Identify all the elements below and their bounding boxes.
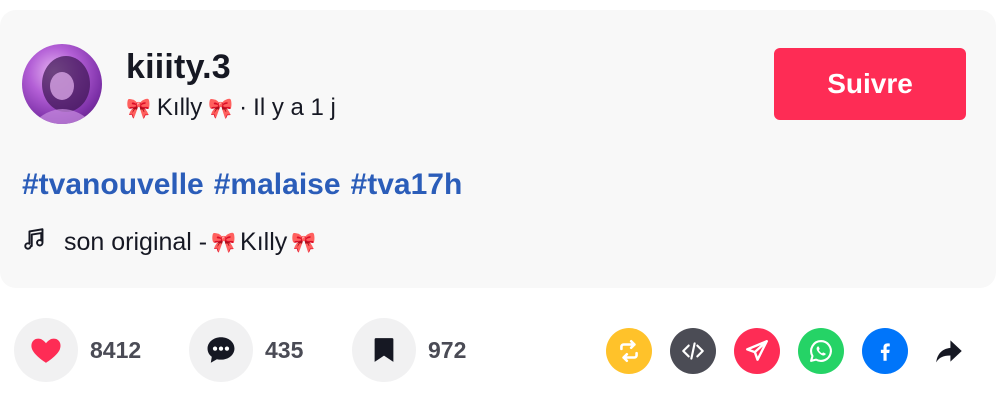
hashtags: #tvanouvelle #malaise #tva17h bbox=[22, 168, 462, 202]
hashtag-link[interactable]: #tvanouvelle bbox=[22, 168, 204, 202]
repost-button[interactable] bbox=[606, 328, 652, 374]
save-action[interactable]: 972 bbox=[352, 318, 466, 382]
post-card: kiiity.3 🎀 Kılly 🎀 · Il y a 1 j Suivre #… bbox=[0, 10, 996, 288]
display-name[interactable]: Kılly bbox=[157, 94, 202, 122]
embed-button[interactable] bbox=[670, 328, 716, 374]
comment-button[interactable] bbox=[189, 318, 253, 382]
whatsapp-button[interactable] bbox=[798, 328, 844, 374]
bow-icon: 🎀 bbox=[211, 232, 237, 254]
repost-icon bbox=[620, 339, 638, 363]
sound-link[interactable]: son original - 🎀 Kılly 🎀 bbox=[22, 226, 316, 259]
bookmark-icon bbox=[374, 338, 394, 362]
author-subline: 🎀 Kılly 🎀 · Il y a 1 j bbox=[126, 94, 336, 122]
facebook-button[interactable] bbox=[862, 328, 908, 374]
whatsapp-icon bbox=[810, 340, 832, 362]
heart-icon bbox=[31, 338, 61, 363]
bow-icon: 🎀 bbox=[126, 97, 151, 120]
save-button[interactable] bbox=[352, 318, 416, 382]
sound-prefix: son original - bbox=[64, 228, 208, 256]
music-note-icon bbox=[22, 226, 48, 259]
like-count: 8412 bbox=[90, 336, 142, 363]
sound-text: son original - 🎀 Kılly 🎀 bbox=[64, 228, 316, 257]
facebook-icon bbox=[880, 343, 890, 361]
hashtag-link[interactable]: #tva17h bbox=[351, 168, 463, 202]
like-button[interactable] bbox=[14, 318, 78, 382]
send-button[interactable] bbox=[734, 328, 780, 374]
comment-action[interactable]: 435 bbox=[189, 318, 303, 382]
bow-icon: 🎀 bbox=[291, 232, 317, 254]
bow-icon: 🎀 bbox=[208, 97, 234, 120]
separator-dot: · bbox=[239, 94, 248, 121]
save-count: 972 bbox=[428, 336, 467, 363]
avatar[interactable] bbox=[22, 44, 102, 124]
username[interactable]: kiiity.3 bbox=[126, 48, 231, 87]
share-arrow-icon bbox=[936, 340, 962, 363]
embed-icon bbox=[682, 342, 704, 360]
comment-count: 435 bbox=[265, 336, 304, 363]
send-icon bbox=[746, 340, 768, 361]
like-action[interactable]: 8412 bbox=[14, 318, 141, 382]
hashtag-link[interactable]: #malaise bbox=[214, 168, 341, 202]
follow-button[interactable]: Suivre bbox=[774, 48, 966, 120]
post-time: Il y a 1 j bbox=[253, 94, 336, 121]
sound-artist: Kılly bbox=[240, 228, 288, 256]
more-share-button[interactable] bbox=[926, 328, 972, 374]
comment-icon bbox=[207, 337, 235, 363]
